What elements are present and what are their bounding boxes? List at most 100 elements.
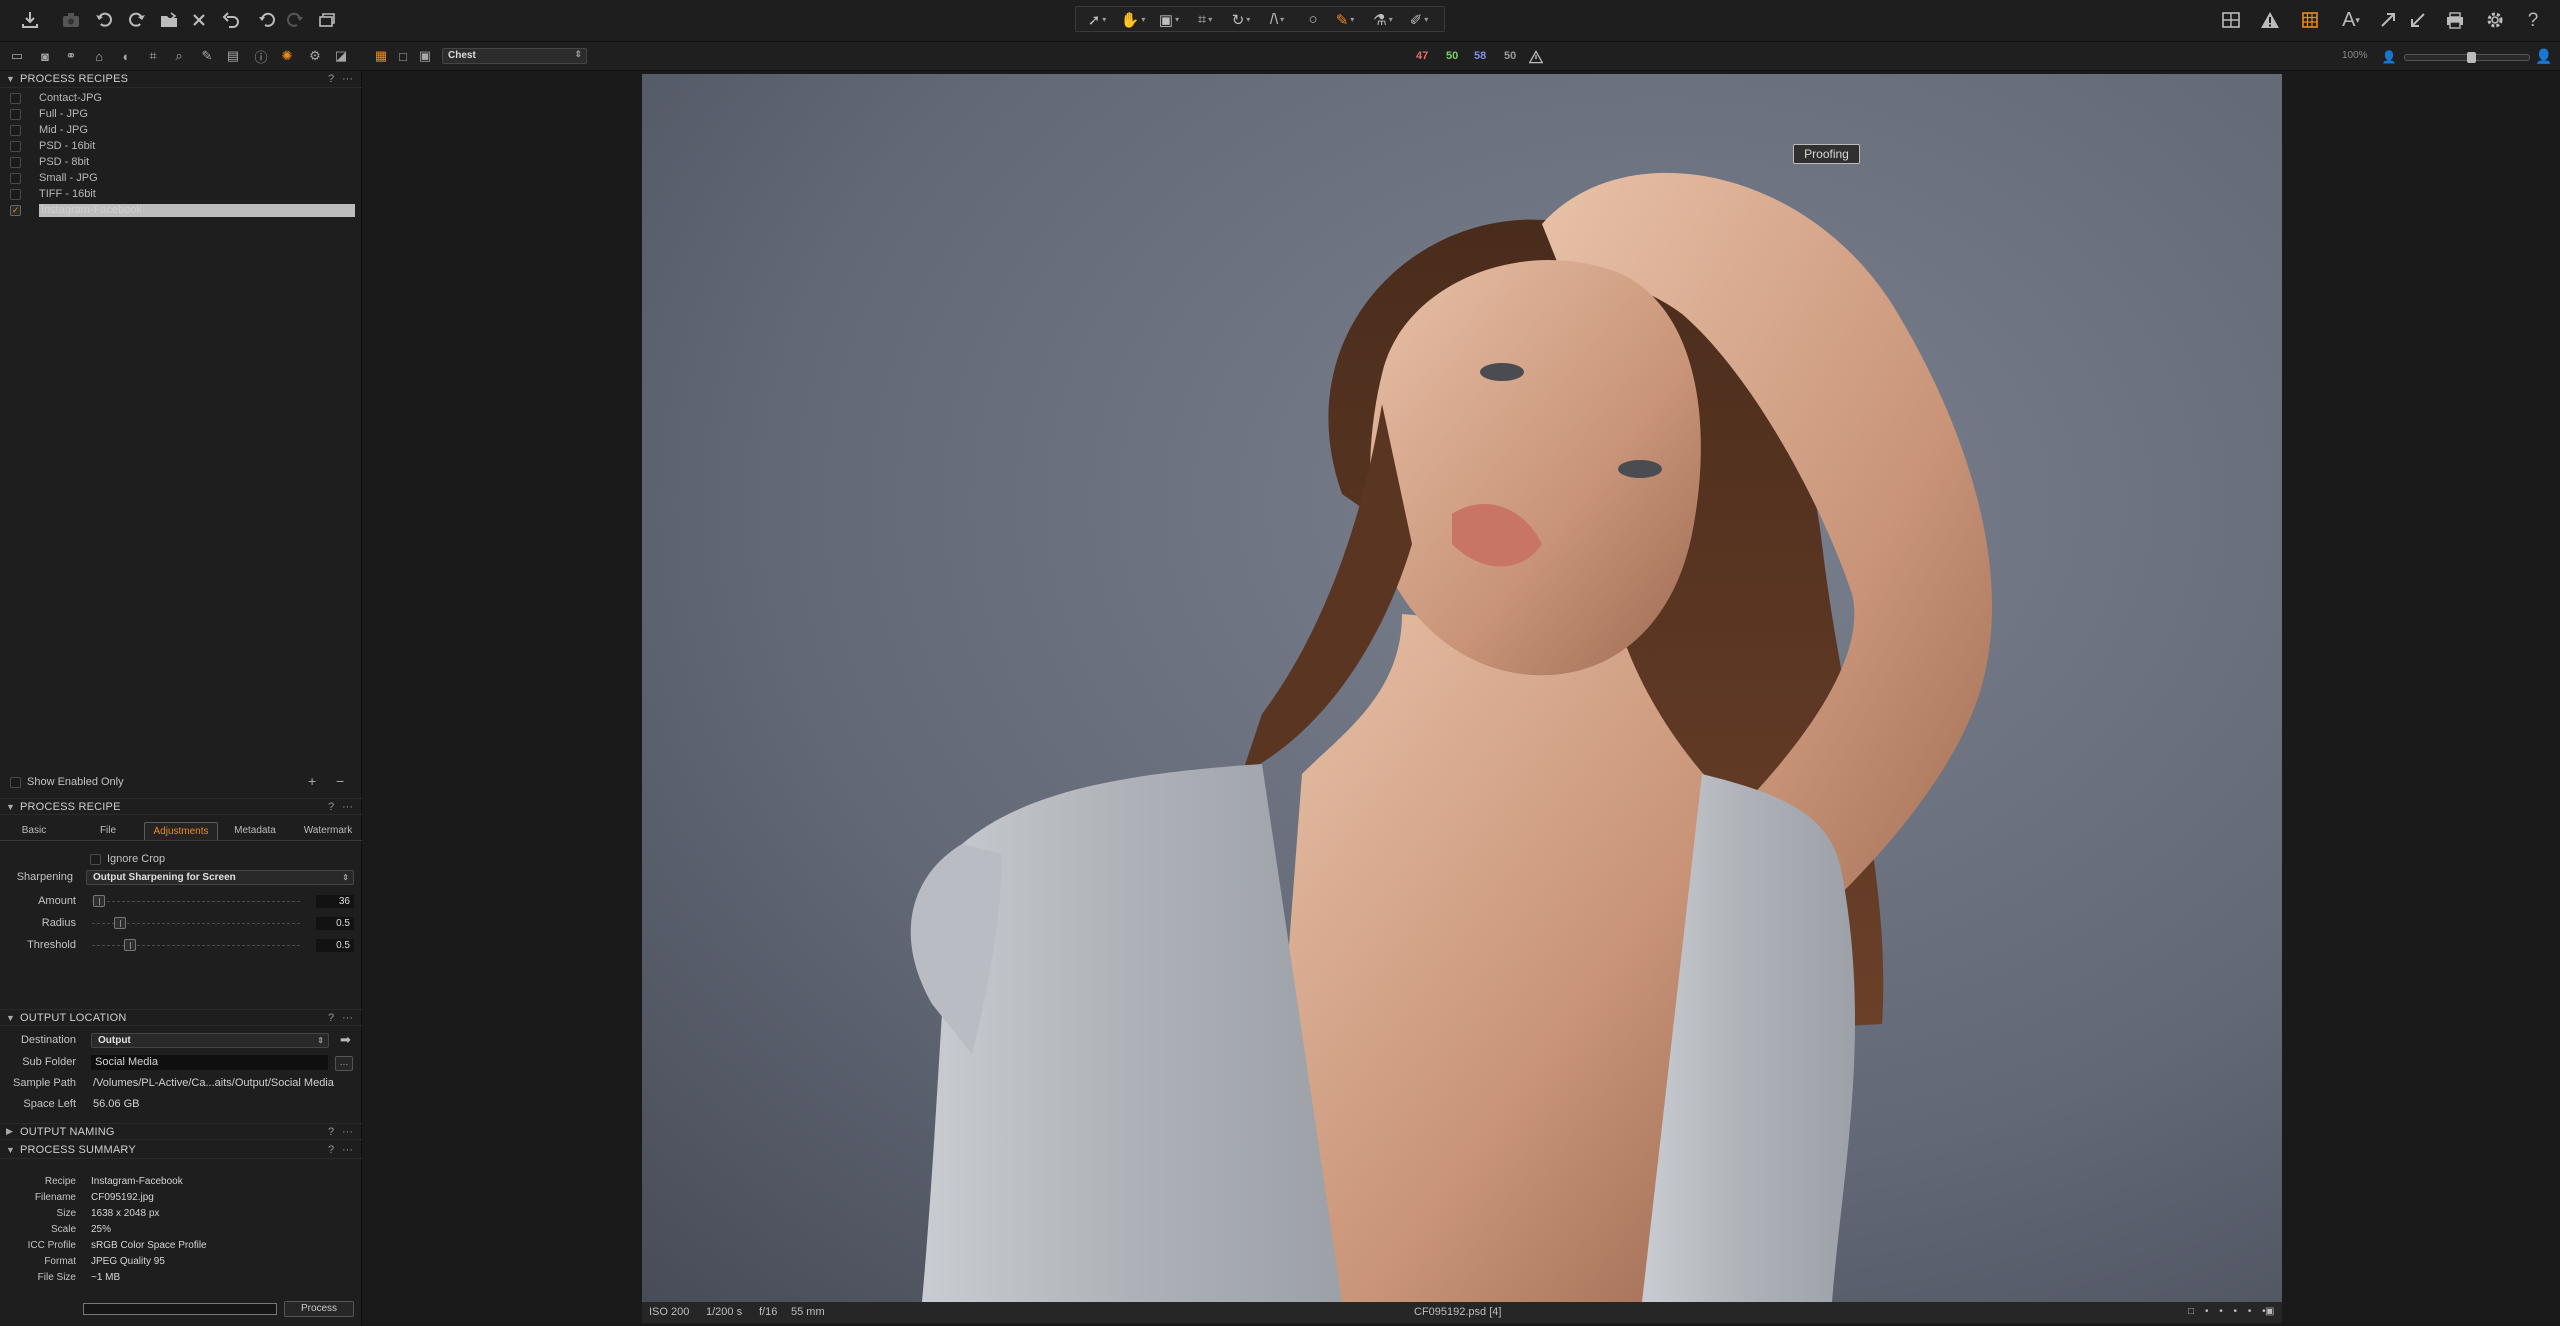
redo-icon[interactable] <box>282 7 308 33</box>
recipe-item[interactable]: Small - JPG <box>0 170 362 186</box>
grid-icon[interactable] <box>2297 7 2323 33</box>
amount-slider-knob[interactable] <box>93 895 105 907</box>
local-adjustments-tab-icon[interactable]: ✎ <box>198 47 216 65</box>
tab-metadata[interactable]: Metadata <box>224 822 286 840</box>
process-recipes-header[interactable]: ▼ PROCESS RECIPES ? ··· <box>0 71 362 88</box>
help-icon[interactable]: ? <box>328 801 342 813</box>
more-icon[interactable]: ··· <box>342 1012 362 1024</box>
metadata-tab-icon[interactable]: ▤ <box>224 47 242 65</box>
filmstrip-view-icon[interactable]: ▣ <box>416 47 434 65</box>
help-icon[interactable]: ? <box>328 1144 342 1156</box>
expand-icon[interactable] <box>2375 7 2401 33</box>
help-icon[interactable]: ? <box>328 73 342 85</box>
subfolder-browse-button[interactable]: … <box>335 1056 353 1071</box>
grid-view-icon[interactable]: ▦ <box>372 47 390 65</box>
ignore-crop-checkbox[interactable] <box>90 853 101 865</box>
process-summary-header[interactable]: ▼ PROCESS SUMMARY ? ··· <box>0 1142 362 1159</box>
tab-file[interactable]: File <box>82 822 134 840</box>
folder-move-icon[interactable] <box>156 7 182 33</box>
recipe-item[interactable]: PSD - 16bit <box>0 138 362 154</box>
exposure-tab-icon[interactable]: ⌂ <box>90 47 108 65</box>
color-tab-icon[interactable]: ⚭ <box>62 47 80 65</box>
portrait-photo[interactable] <box>642 74 2282 1302</box>
spot-icon[interactable]: ○ <box>1296 9 1330 30</box>
output-tab-icon[interactable]: ✺ <box>278 47 296 65</box>
composition-tab-icon[interactable]: ⌗ <box>144 47 162 65</box>
recipe-item-selected[interactable]: ✓ Instagram-Facebook <box>0 202 362 218</box>
keystone-icon[interactable]: /\ ▾ <box>1260 9 1294 30</box>
print-icon[interactable] <box>2442 7 2468 33</box>
process-button[interactable]: Process <box>284 1301 354 1317</box>
chevron-right-icon[interactable]: ▶ <box>6 1126 20 1137</box>
pan-icon[interactable]: ✋ ▾ <box>1116 9 1150 30</box>
remove-recipe-icon[interactable]: − <box>336 773 344 789</box>
chevron-down-icon[interactable]: ▼ <box>6 802 20 812</box>
recipe-item[interactable]: Contact-JPG <box>0 90 362 106</box>
output-naming-header[interactable]: ▶ OUTPUT NAMING ? ··· <box>0 1123 362 1140</box>
single-view-icon[interactable]: □ <box>394 47 412 65</box>
more-icon[interactable]: ··· <box>342 1126 362 1138</box>
recipe-item[interactable]: Mid - JPG <box>0 122 362 138</box>
lens-tab-icon[interactable]: ◖ <box>116 47 134 65</box>
warning-icon[interactable] <box>2257 7 2283 33</box>
recipe-checkbox[interactable] <box>10 140 21 152</box>
undo-secondary-icon[interactable] <box>254 7 280 33</box>
destination-select[interactable]: Output ⇕ <box>91 1033 329 1048</box>
threshold-field[interactable]: 0.5 <box>316 939 354 952</box>
camera-icon[interactable] <box>58 7 84 33</box>
recipe-checkbox[interactable] <box>10 124 21 136</box>
recipe-checkbox[interactable] <box>10 108 21 120</box>
collapse-icon[interactable] <box>2405 7 2431 33</box>
styles-tab-icon[interactable]: ◪ <box>332 47 350 65</box>
rotate-right-icon[interactable] <box>124 7 150 33</box>
help-icon[interactable]: ? <box>2520 7 2546 33</box>
settings-icon[interactable] <box>2482 7 2508 33</box>
tab-adjustments[interactable]: Adjustments <box>144 822 218 840</box>
recipe-checkbox[interactable] <box>10 172 21 184</box>
subfolder-input[interactable]: Social Media <box>91 1055 328 1070</box>
recipe-checkbox[interactable] <box>10 156 21 168</box>
library-tab-icon[interactable]: ▭ <box>8 47 26 65</box>
recipe-checkbox[interactable] <box>10 92 21 104</box>
recipe-checkbox[interactable] <box>10 188 21 200</box>
recipe-item[interactable]: PSD - 8bit <box>0 154 362 170</box>
capture-tab-icon[interactable]: ◙ <box>36 47 54 65</box>
process-recipe-header[interactable]: ▼ PROCESS RECIPE ? ··· <box>0 798 362 815</box>
tab-watermark[interactable]: Watermark <box>296 822 360 840</box>
overlay-toggle-icon[interactable]: □ <box>2188 1306 2194 1317</box>
recipe-item[interactable]: Full - JPG <box>0 106 362 122</box>
clone-icon[interactable] <box>314 7 340 33</box>
loupe-icon[interactable]: ▣ ▾ <box>1152 9 1186 30</box>
crop-icon[interactable]: ⌗ ▾ <box>1188 9 1222 30</box>
workspace-icon[interactable] <box>2218 7 2244 33</box>
output-location-header[interactable]: ▼ OUTPUT LOCATION ? ··· <box>0 1009 362 1026</box>
recipe-checkbox-checked[interactable]: ✓ <box>10 204 21 216</box>
amount-field[interactable]: 36 <box>316 895 354 908</box>
chevron-down-icon[interactable]: ▼ <box>6 1145 20 1155</box>
annotate-icon[interactable]: ✐ ▾ <box>1402 9 1436 30</box>
chevron-down-icon[interactable]: ▼ <box>6 1013 20 1023</box>
sharpening-select[interactable]: Output Sharpening for Screen ⇕ <box>86 870 354 885</box>
rotate-left-icon[interactable] <box>91 7 117 33</box>
help-icon[interactable]: ? <box>328 1126 342 1138</box>
warning-icon[interactable] <box>1527 48 1545 66</box>
rotate-tool-icon[interactable]: ↻ ▾ <box>1224 9 1258 30</box>
info-tab-icon[interactable]: ⓘ <box>252 47 270 65</box>
reveal-destination-icon[interactable]: ➡ <box>340 1032 351 1048</box>
add-recipe-icon[interactable]: + <box>308 773 316 789</box>
delete-icon[interactable] <box>186 7 212 33</box>
threshold-slider-knob[interactable] <box>124 939 136 951</box>
more-icon[interactable]: ··· <box>342 801 362 813</box>
collection-select[interactable]: Chest ⇕ <box>442 48 587 64</box>
show-enabled-only-checkbox[interactable] <box>10 776 21 788</box>
tab-basic[interactable]: Basic <box>8 822 60 840</box>
help-icon[interactable]: ? <box>328 1012 342 1024</box>
picker-icon[interactable]: ⚗ ▾ <box>1366 9 1400 30</box>
batch-tab-icon[interactable]: ⚙ <box>306 47 324 65</box>
zoom-slider[interactable] <box>2404 52 2530 63</box>
recipe-item[interactable]: TIFF - 16bit <box>0 186 362 202</box>
more-icon[interactable]: ··· <box>342 1144 362 1156</box>
fullscreen-icon[interactable]: ▣ <box>2265 1306 2274 1317</box>
import-icon[interactable] <box>17 7 43 33</box>
text-icon[interactable]: A ▾ <box>2338 7 2364 33</box>
